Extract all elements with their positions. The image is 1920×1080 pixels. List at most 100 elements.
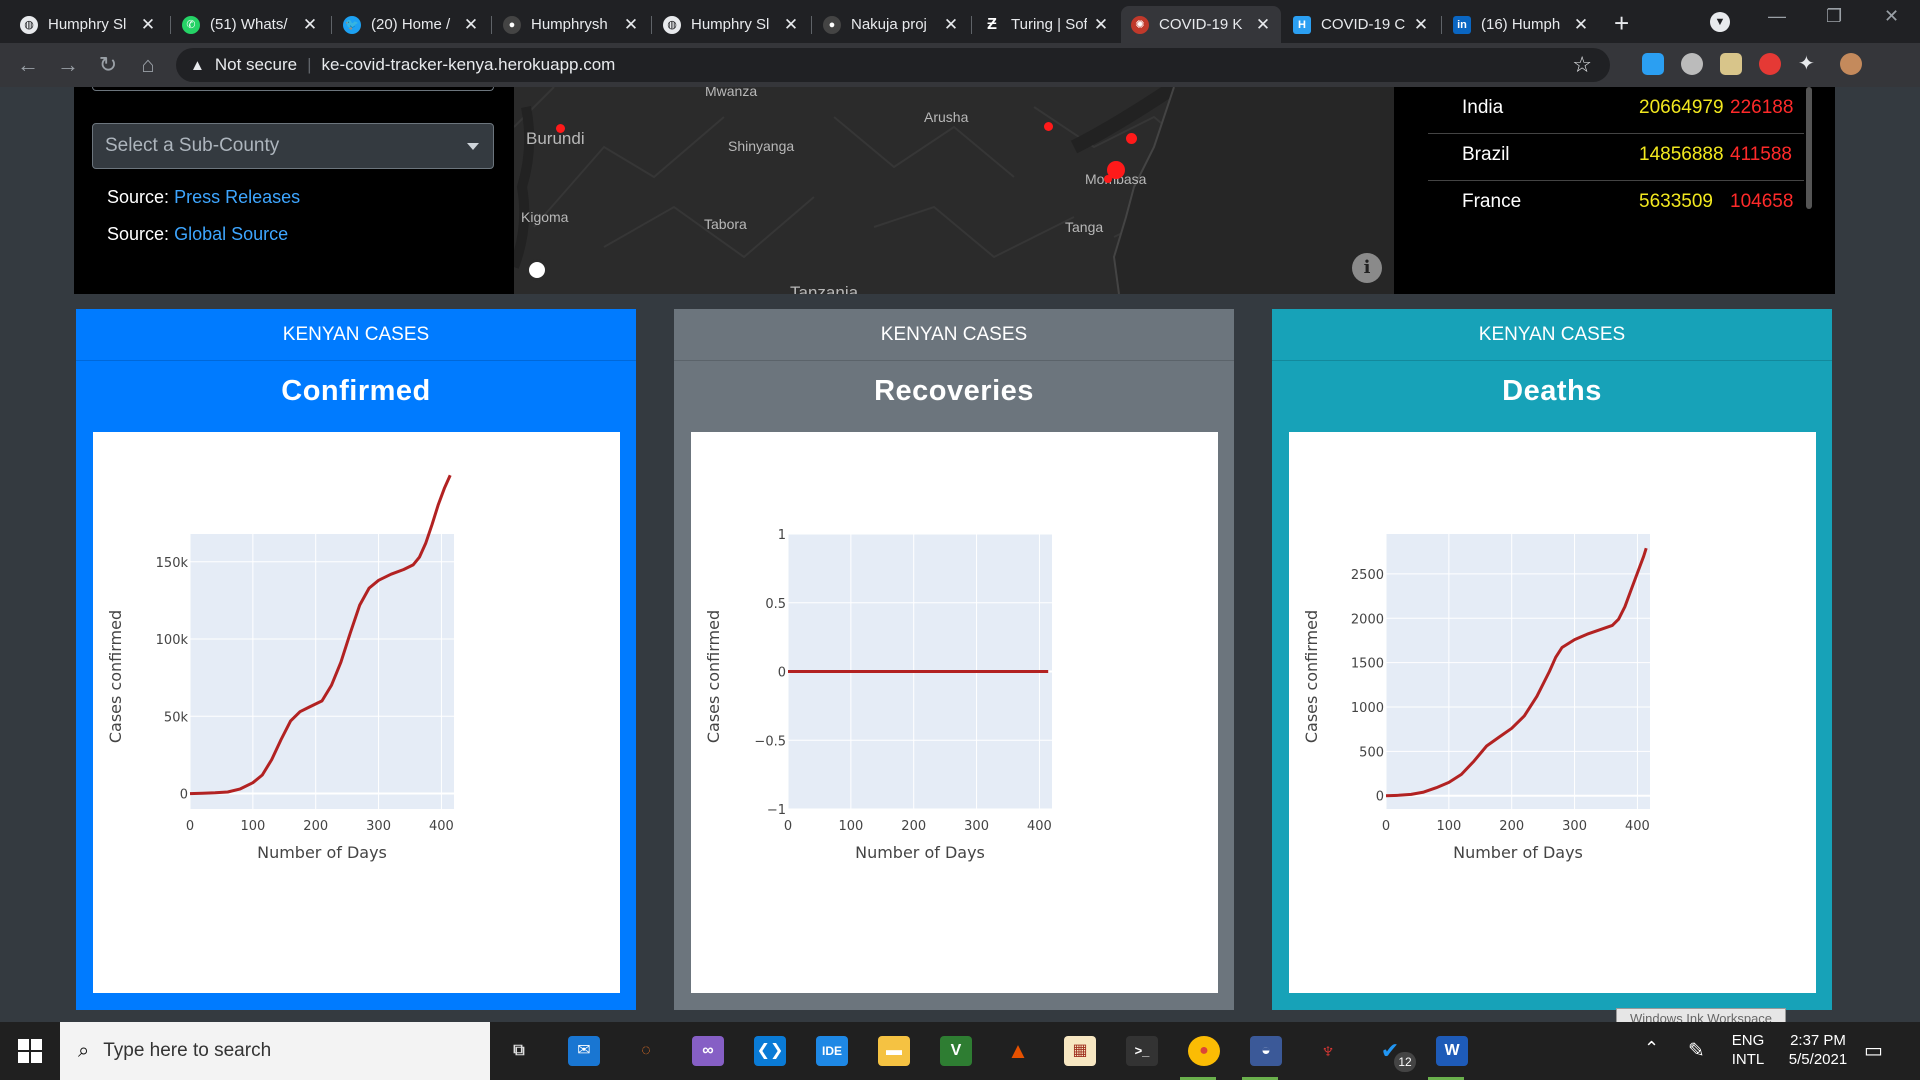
location-icon[interactable] — [526, 259, 548, 281]
task-view-icon[interactable]: ⧉ — [503, 1036, 535, 1066]
minimize-icon[interactable]: — — [1768, 6, 1786, 27]
extension-icon[interactable] — [1720, 53, 1742, 75]
chevron-up-icon[interactable]: ⌃ — [1644, 1038, 1659, 1059]
browser-tab[interactable]: ◍ Humphry Sl ✕ — [653, 6, 809, 43]
chrome-icon[interactable]: ● — [1188, 1036, 1220, 1066]
word-icon[interactable]: W — [1436, 1036, 1468, 1066]
notifications-icon[interactable]: ▭ — [1864, 1038, 1883, 1063]
windows-start-icon[interactable] — [18, 1039, 42, 1063]
home-icon[interactable]: ⌂ — [134, 51, 162, 79]
puzzle-icon[interactable]: ✦ — [1798, 53, 1820, 75]
browser-tab[interactable]: 🐦 (20) Home / ✕ — [333, 6, 489, 43]
close-tab-icon[interactable]: ✕ — [943, 15, 959, 35]
file-explorer-icon[interactable]: ▬ — [878, 1036, 910, 1066]
tab-search-icon[interactable]: ▼ — [1710, 12, 1730, 32]
taskbar-search[interactable]: ⌕ Type here to search — [60, 1022, 490, 1080]
y-tick-label: 0.5 — [765, 597, 786, 612]
case-marker[interactable] — [1044, 122, 1053, 131]
forward-icon[interactable]: → — [54, 51, 82, 79]
mail-icon[interactable]: ✉ — [568, 1036, 600, 1066]
close-tab-icon[interactable]: ✕ — [140, 15, 156, 35]
matlab-icon[interactable]: ▲ — [1002, 1036, 1034, 1066]
browser-tab[interactable]: H COVID-19 C ✕ — [1283, 6, 1439, 43]
extension-icon[interactable] — [1681, 53, 1703, 75]
subcounty-select[interactable]: Select a Sub-County — [92, 123, 494, 169]
map-label: Tanzania — [790, 283, 859, 294]
x-axis-label: Number of Days — [257, 843, 387, 862]
language-indicator[interactable]: ENG INTL — [1726, 1031, 1770, 1069]
url-text: ke-covid-tracker-kenya.herokuapp.com — [321, 55, 616, 74]
browser-tab[interactable]: ◍ Humphry Sl ✕ — [10, 6, 166, 43]
close-tab-icon[interactable]: ✕ — [302, 15, 318, 35]
scrollbar[interactable] — [1806, 87, 1812, 209]
adblock-icon[interactable] — [1759, 53, 1781, 75]
close-tab-icon[interactable]: ✕ — [1573, 15, 1589, 35]
close-tab-icon[interactable]: ✕ — [783, 15, 799, 35]
clock[interactable]: 2:37 PM 5/5/2021 — [1778, 1031, 1858, 1069]
browser-tab[interactable]: ● Nakuja proj ✕ — [813, 6, 969, 43]
virus-icon: ✺ — [1131, 15, 1149, 34]
x-tick-label: 300 — [1562, 819, 1587, 834]
vscode-icon[interactable]: ❮❯ — [754, 1036, 786, 1066]
windows-taskbar: ⌕ Type here to search ⧉ ✉ ◌ ∞ ❮❯ IDE ▬ V… — [0, 1022, 1920, 1080]
close-tab-icon[interactable]: ✕ — [1413, 15, 1429, 35]
y-tick-label: 150k — [156, 556, 189, 571]
browser-tab[interactable]: ✆ (51) Whats/✕ — [172, 6, 328, 43]
browser-tab[interactable]: in (16) Humph ✕ — [1443, 6, 1599, 43]
extension-icon[interactable] — [1642, 53, 1664, 75]
bookmark-star-icon[interactable]: ☆ — [1572, 52, 1592, 78]
press-releases-link[interactable]: Press Releases — [174, 187, 300, 207]
address-bar[interactable]: ▲ Not secure | ke-covid-tracker-kenya.he… — [176, 48, 1610, 82]
profile-avatar[interactable] — [1840, 53, 1862, 75]
visual-studio-icon[interactable]: ∞ — [692, 1036, 724, 1066]
new-tab-button[interactable]: + — [1614, 8, 1629, 39]
close-tab-icon[interactable]: ✕ — [1255, 15, 1271, 35]
x-tick-label: 100 — [1436, 819, 1461, 834]
recoveries-chart-svg: 0 100 200 300 400 −1 −0.5 0 0.5 1 Number of Days Ca… — [704, 528, 1052, 862]
diagram-app-icon[interactable]: ▦ — [1064, 1036, 1096, 1066]
pen-icon[interactable]: ✎ — [1688, 1038, 1705, 1063]
map-label: Kigoma — [521, 209, 569, 225]
restore-icon[interactable]: ❐ — [1826, 6, 1842, 27]
x-tick-label: 0 — [1382, 819, 1390, 834]
browser-tab[interactable]: Ƶ Turing | Sof ✕ — [973, 6, 1119, 43]
info-icon[interactable]: i — [1352, 253, 1382, 283]
close-window-icon[interactable]: ✕ — [1884, 6, 1899, 27]
card-header: KENYAN CASES — [76, 309, 636, 361]
table-row: India 20664979 226188 — [1428, 87, 1804, 134]
close-tab-icon[interactable]: ✕ — [1093, 15, 1109, 35]
y-tick-label: 50k — [164, 710, 189, 725]
globe-icon: ◍ — [663, 15, 681, 34]
x-tick-label: 0 — [784, 819, 792, 834]
case-marker[interactable] — [1104, 175, 1112, 183]
recoveries-chart[interactable]: 0 100 200 300 400 −1 −0.5 0 0.5 1 Number of Days Ca… — [691, 432, 1218, 993]
terminal-icon[interactable]: >_ — [1126, 1036, 1158, 1066]
global-source-link[interactable]: Global Source — [174, 224, 288, 244]
ide-icon[interactable]: IDE — [816, 1036, 848, 1066]
y-tick-label: −1 — [767, 803, 786, 818]
county-select-edge[interactable] — [92, 87, 494, 91]
reload-icon[interactable]: ↻ — [94, 51, 122, 79]
app-icon[interactable]: ◒ — [1250, 1036, 1282, 1066]
x-tick-label: 400 — [429, 819, 454, 834]
back-icon[interactable]: ← — [14, 51, 42, 79]
x-tick-label: 300 — [366, 819, 391, 834]
cases-map[interactable]: Mwanza Arusha Burundi Shinyanga Mombasa … — [514, 87, 1394, 294]
deaths-chart[interactable]: 0 100 200 300 400 0 500 1000 1500 2000 2500 Number … — [1289, 432, 1816, 993]
chevron-down-icon — [467, 143, 479, 150]
y-tick-label: 0 — [180, 788, 188, 803]
app-icon[interactable]: ♆ — [1312, 1036, 1344, 1066]
browser-tab[interactable]: ● Humphrysh ✕ — [493, 6, 649, 43]
case-marker[interactable] — [1126, 133, 1137, 144]
spreadsheet-app-icon[interactable]: V — [940, 1036, 972, 1066]
jupyter-icon[interactable]: ◌ — [630, 1036, 662, 1066]
close-tab-icon[interactable]: ✕ — [463, 15, 479, 35]
close-tab-icon[interactable]: ✕ — [623, 15, 639, 35]
browser-tab-active[interactable]: ✺ COVID-19 K ✕ — [1121, 6, 1281, 43]
confirmed-chart[interactable]: 0 100 200 300 400 0 50k 100k 150k Number of Days C… — [93, 432, 620, 993]
x-tick-label: 200 — [901, 819, 926, 834]
card-header: KENYAN CASES — [674, 309, 1234, 361]
deaths-card: KENYAN CASES Deaths 0 100 200 300 400 0 500 100… — [1272, 309, 1832, 1010]
case-marker[interactable] — [556, 124, 565, 133]
y-tick-label: −0.5 — [754, 734, 786, 749]
